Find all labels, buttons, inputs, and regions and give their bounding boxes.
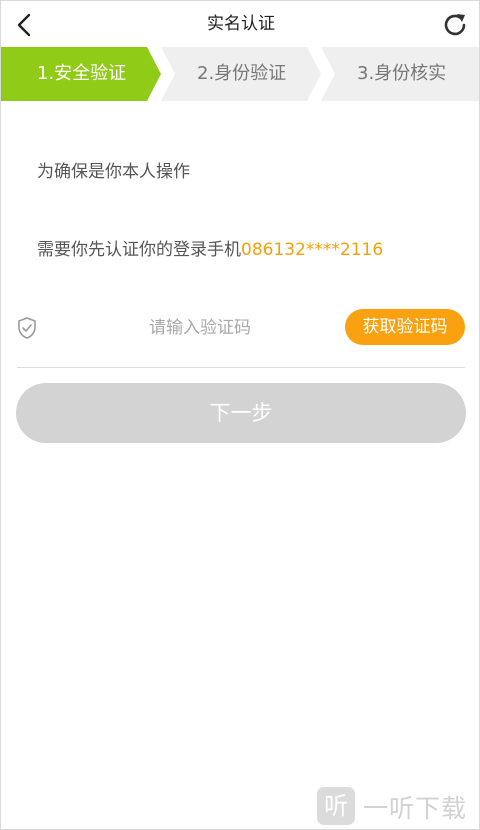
- top-bar: 实名认证: [1, 1, 479, 47]
- app-screen: 实名认证 1.安全验证 2.身份验证 3.身份核实 为确保是你本人操作 需要你先…: [0, 0, 480, 830]
- step-3-label: 3.身份核实: [357, 63, 447, 84]
- phone-number: 086132****2116: [241, 240, 384, 260]
- phone-verify-text: 需要你先认证你的登录手机086132****2116: [37, 235, 383, 260]
- intro-text: 为确保是你本人操作: [37, 162, 190, 182]
- page-title: 实名认证: [207, 14, 275, 34]
- refresh-icon: [444, 14, 466, 36]
- step-2-label: 2.身份验证: [197, 63, 287, 84]
- get-code-button[interactable]: 获取验证码: [345, 309, 465, 345]
- refresh-button[interactable]: [439, 9, 471, 41]
- step-1-label: 1.安全验证: [37, 63, 127, 84]
- back-button[interactable]: [9, 9, 41, 41]
- divider: [17, 367, 465, 368]
- watermark-text: 一听下载: [363, 794, 468, 823]
- progress-steps: 1.安全验证 2.身份验证 3.身份核实: [1, 47, 479, 101]
- watermark: 听 一听下载: [313, 783, 477, 829]
- chevron-left-icon: [17, 13, 31, 37]
- watermark-logo: 听: [317, 787, 355, 825]
- verification-code-row: 获取验证码: [15, 306, 467, 350]
- phone-prefix: 需要你先认证你的登录手机: [37, 240, 241, 260]
- verification-code-input[interactable]: [55, 310, 345, 346]
- shield-check-icon: [18, 317, 36, 339]
- next-step-button[interactable]: 下一步: [16, 383, 466, 443]
